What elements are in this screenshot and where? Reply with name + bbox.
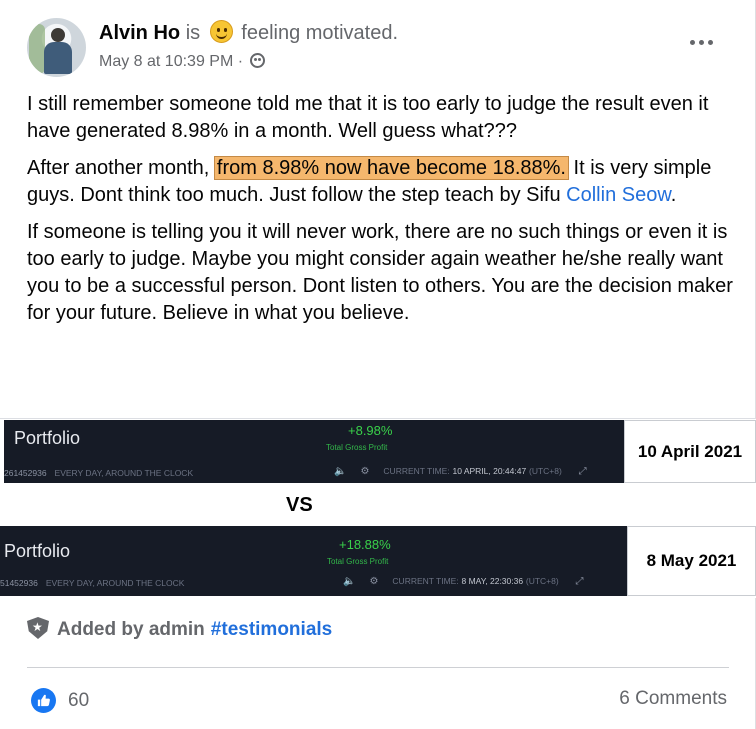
profit-label: Total Gross Profit xyxy=(327,557,389,566)
is-word: is xyxy=(185,22,201,44)
post-image[interactable]: Portfolio +8.98% Total Gross Profit 2614… xyxy=(0,418,756,598)
speaker-icon: 🔈 xyxy=(334,466,347,477)
fullscreen-icon: ⤢ xyxy=(578,466,587,477)
smiley-icon xyxy=(209,20,233,43)
date-label-april: 10 April 2021 xyxy=(624,420,756,483)
added-by-text: Added by admin xyxy=(57,619,205,640)
timestamp[interactable]: May 8 at 10:39 PM · xyxy=(99,53,243,70)
profit-value: +18.88% xyxy=(339,537,391,552)
account-info: 261452936 EVERY DAY, AROUND THE CLOCK xyxy=(4,468,194,478)
post-body: I still remember someone told me that it… xyxy=(27,91,737,337)
portfolio-title: Portfolio xyxy=(4,541,71,561)
account-info: 51452936 EVERY DAY, AROUND THE CLOCK xyxy=(0,578,185,588)
portfolio-panel-may: Portfolio +18.88% Total Gross Profit 514… xyxy=(0,526,627,596)
like-count: 60 xyxy=(68,689,90,711)
gear-icon: ⚙ xyxy=(369,576,379,587)
author-name[interactable]: Alvin Ho xyxy=(99,22,180,44)
audience-icon[interactable] xyxy=(249,53,265,68)
shield-icon xyxy=(27,617,49,639)
author-line: Alvin Ho is feeling motivated. xyxy=(99,20,398,46)
mention-link[interactable]: Collin Seow xyxy=(566,184,671,206)
portfolio-panel-april: Portfolio +8.98% Total Gross Profit 2614… xyxy=(4,420,624,483)
divider xyxy=(27,667,729,668)
profit-value: +8.98% xyxy=(348,423,393,438)
paragraph-1: I still remember someone told me that it… xyxy=(27,93,709,142)
vs-label: VS xyxy=(286,494,313,516)
paragraph-2: After another month, from 8.98% now have… xyxy=(27,156,712,206)
fullscreen-icon: ⤢ xyxy=(575,576,584,587)
comments-count[interactable]: 6 Comments xyxy=(619,688,727,710)
gear-icon: ⚙ xyxy=(360,466,370,477)
highlighted-text: from 8.98% now have become 18.88%. xyxy=(213,156,569,180)
more-icon xyxy=(689,39,695,45)
feeling-text: feeling motivated. xyxy=(241,22,399,44)
portfolio-title: Portfolio xyxy=(14,428,81,448)
avatar[interactable] xyxy=(27,18,86,77)
controls-row: 🔈 ⚙ CURRENT TIME: 10 APRIL, 20:44:47 (UTC+… xyxy=(334,466,587,477)
controls-row: 🔈 ⚙ CURRENT TIME: 8 MAY, 22:30:36 (UTC+8) … xyxy=(343,576,584,587)
more-options-button[interactable] xyxy=(687,32,715,52)
added-by-row: Added by admin #testimonials xyxy=(27,617,332,643)
hashtag-link[interactable]: #testimonials xyxy=(211,619,332,640)
date-label-may: 8 May 2021 xyxy=(627,526,756,596)
post-meta: May 8 at 10:39 PM · xyxy=(99,52,265,72)
like-icon xyxy=(31,688,56,713)
reactions-count[interactable]: 60 xyxy=(31,688,89,713)
paragraph-3: If someone is telling you it will never … xyxy=(27,221,733,324)
profit-label: Total Gross Profit xyxy=(326,443,388,452)
post-card: Alvin Ho is feeling motivated. May 8 at … xyxy=(0,0,756,729)
speaker-icon: 🔈 xyxy=(343,576,356,587)
